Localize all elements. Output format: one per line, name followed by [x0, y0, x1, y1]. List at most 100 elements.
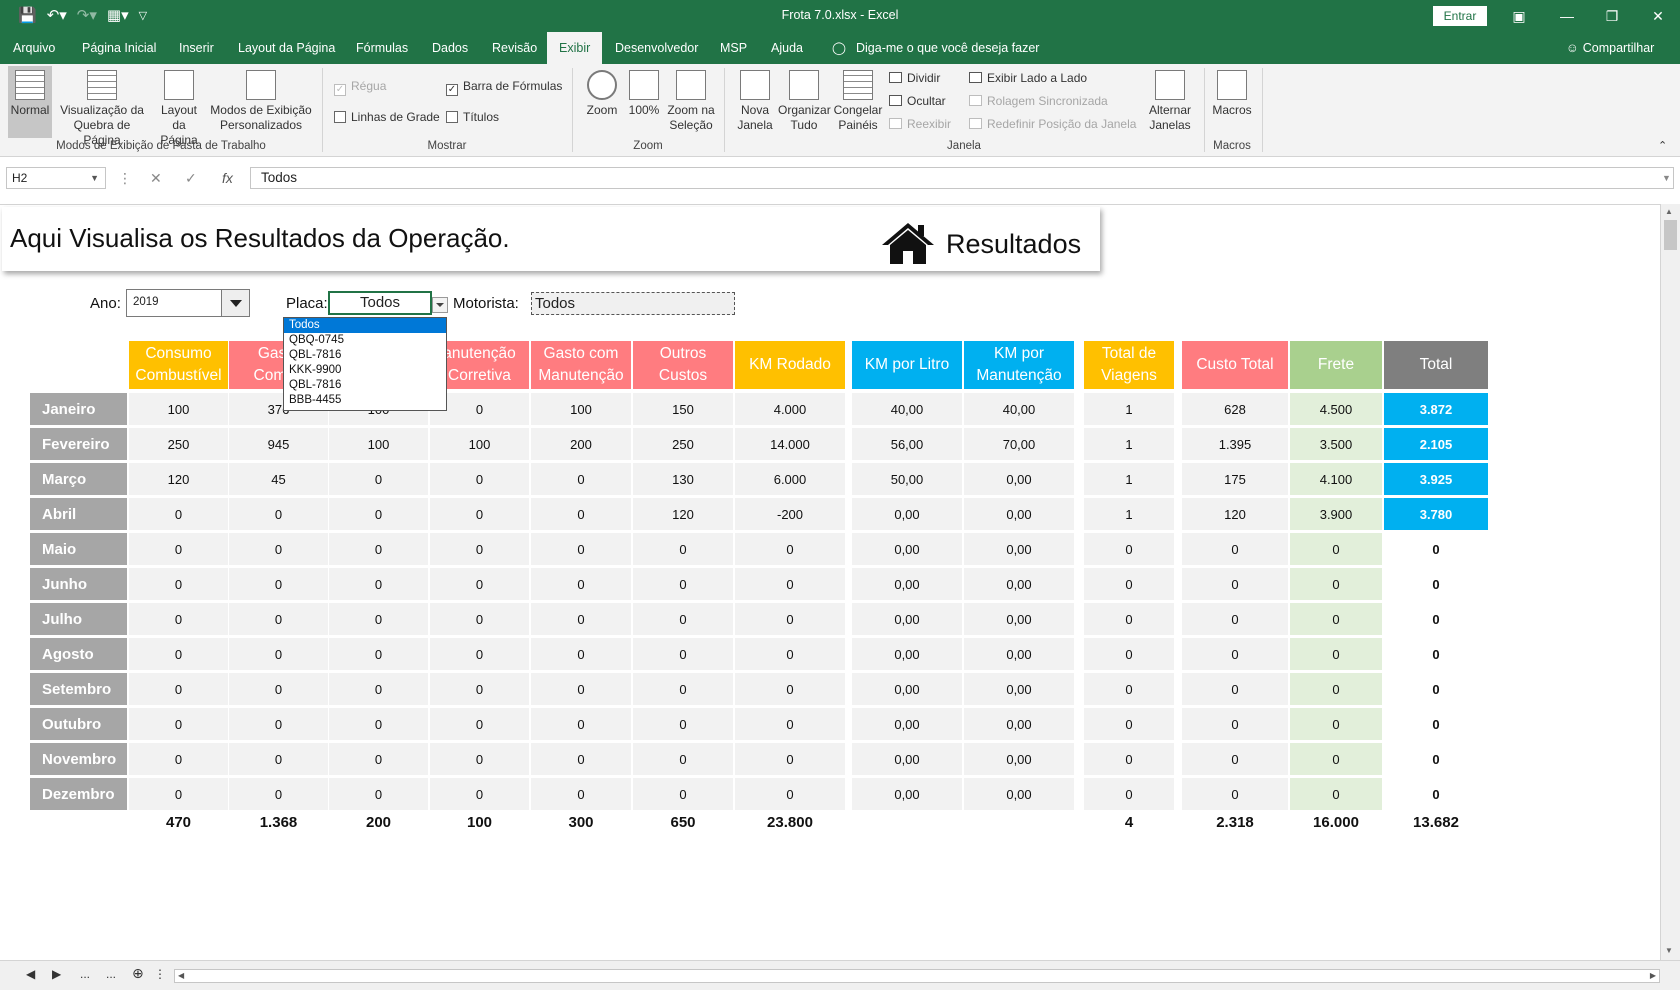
- table-cell[interactable]: 0: [329, 778, 428, 811]
- table-cell[interactable]: 50,00: [852, 463, 962, 496]
- month-label[interactable]: Julho: [30, 603, 127, 636]
- tab-arquivo[interactable]: Arquivo: [13, 32, 55, 64]
- column-total[interactable]: 650: [633, 811, 733, 835]
- table-cell[interactable]: 0: [229, 603, 328, 636]
- table-cell[interactable]: 0,00: [964, 533, 1074, 566]
- scroll-left-icon[interactable]: ◀: [178, 970, 184, 982]
- table-cell[interactable]: 0: [129, 568, 228, 601]
- table-cell[interactable]: 0: [735, 743, 845, 776]
- more-sheets-left[interactable]: ...: [80, 967, 90, 981]
- column-header[interactable]: Outros Custos: [633, 341, 733, 389]
- new-window-button[interactable]: Nova Janela: [732, 66, 778, 138]
- table-cell[interactable]: 100: [430, 428, 529, 461]
- table-cell[interactable]: 0,00: [852, 778, 962, 811]
- table-cell[interactable]: 0: [1084, 673, 1174, 706]
- table-cell[interactable]: 0: [430, 778, 529, 811]
- column-header[interactable]: Frete: [1290, 341, 1382, 389]
- month-label[interactable]: Junho: [30, 568, 127, 601]
- table-cell[interactable]: 4.500: [1290, 393, 1382, 426]
- ano-dropdown[interactable]: 2019: [126, 289, 250, 317]
- table-cell[interactable]: 0: [329, 743, 428, 776]
- column-total[interactable]: 2.318: [1182, 811, 1288, 835]
- table-cell[interactable]: 6.000: [735, 463, 845, 496]
- placa-option[interactable]: QBL-7816: [284, 378, 446, 393]
- arrange-all-button[interactable]: Organizar Tudo: [778, 66, 831, 138]
- table-cell[interactable]: 1: [1084, 428, 1174, 461]
- table-cell[interactable]: 0: [1290, 568, 1382, 601]
- switch-windows-button[interactable]: Alternar Janelas: [1146, 66, 1194, 138]
- placa-option[interactable]: QBL-7816: [284, 348, 446, 363]
- headings-checkbox[interactable]: Títulos: [446, 109, 499, 125]
- table-cell[interactable]: 0,00: [964, 778, 1074, 811]
- table-cell[interactable]: 0,00: [852, 498, 962, 531]
- add-sheet-icon[interactable]: ⊕: [132, 965, 144, 982]
- table-cell[interactable]: 0: [329, 708, 428, 741]
- horizontal-scrollbar[interactable]: ◀ ▶: [174, 969, 1660, 983]
- column-header[interactable]: KM por Manutenção: [964, 341, 1074, 389]
- table-cell[interactable]: 0: [1290, 778, 1382, 811]
- table-cell[interactable]: 3.872: [1384, 393, 1488, 426]
- table-cell[interactable]: 0: [735, 603, 845, 636]
- table-cell[interactable]: 0: [1084, 778, 1174, 811]
- table-cell[interactable]: 70,00: [964, 428, 1074, 461]
- close-icon[interactable]: ✕: [1643, 6, 1673, 26]
- table-cell[interactable]: 0,00: [964, 673, 1074, 706]
- month-label[interactable]: Maio: [30, 533, 127, 566]
- table-cell[interactable]: 0: [1290, 673, 1382, 706]
- table-cell[interactable]: 628: [1182, 393, 1288, 426]
- table-cell[interactable]: 0: [329, 533, 428, 566]
- table-cell[interactable]: 0: [1182, 708, 1288, 741]
- hide-button[interactable]: Ocultar: [889, 93, 946, 109]
- unhide-button[interactable]: Reexibir: [889, 116, 951, 132]
- table-cell[interactable]: 0: [329, 673, 428, 706]
- table-cell[interactable]: 0: [1290, 638, 1382, 671]
- table-cell[interactable]: 4.100: [1290, 463, 1382, 496]
- side-by-side-button[interactable]: Exibir Lado a Lado: [969, 70, 1087, 86]
- collapse-ribbon-icon[interactable]: ⌃: [1658, 138, 1667, 154]
- home-icon[interactable]: [880, 221, 936, 265]
- table-cell[interactable]: 0: [430, 498, 529, 531]
- table-cell[interactable]: 1: [1084, 393, 1174, 426]
- macros-button[interactable]: Macros: [1210, 66, 1254, 138]
- table-cell[interactable]: 0: [430, 708, 529, 741]
- table-cell[interactable]: 0: [329, 603, 428, 636]
- month-label[interactable]: Janeiro: [30, 393, 127, 426]
- table-cell[interactable]: 14.000: [735, 428, 845, 461]
- name-box[interactable]: H2 ▼: [6, 167, 106, 189]
- tab-desenvolvedor[interactable]: Desenvolvedor: [615, 32, 698, 64]
- split-button[interactable]: Dividir: [889, 70, 940, 86]
- table-cell[interactable]: 0: [1084, 743, 1174, 776]
- table-cell[interactable]: 0: [1384, 568, 1488, 601]
- scroll-up-icon[interactable]: ▲: [1665, 207, 1673, 216]
- table-cell[interactable]: 0: [430, 463, 529, 496]
- table-cell[interactable]: 0: [1182, 673, 1288, 706]
- table-cell[interactable]: 250: [129, 428, 228, 461]
- table-cell[interactable]: 0: [1182, 638, 1288, 671]
- table-cell[interactable]: 0: [1384, 533, 1488, 566]
- month-label[interactable]: Março: [30, 463, 127, 496]
- table-cell[interactable]: 0: [735, 708, 845, 741]
- table-cell[interactable]: 0: [129, 743, 228, 776]
- table-cell[interactable]: 0: [1384, 778, 1488, 811]
- table-cell[interactable]: 0: [1084, 603, 1174, 636]
- table-cell[interactable]: 0,00: [964, 498, 1074, 531]
- table-cell[interactable]: 0,00: [852, 673, 962, 706]
- table-cell[interactable]: 0: [430, 568, 529, 601]
- gridlines-checkbox[interactable]: Linhas de Grade: [334, 109, 440, 125]
- column-total[interactable]: 16.000: [1290, 811, 1382, 835]
- table-cell[interactable]: 0: [531, 498, 631, 531]
- chevron-down-icon[interactable]: [221, 290, 249, 316]
- tab-pagina-inicial[interactable]: Página Inicial: [82, 32, 156, 64]
- table-cell[interactable]: 0: [633, 533, 733, 566]
- table-cell[interactable]: 0: [531, 463, 631, 496]
- table-cell[interactable]: 0: [229, 533, 328, 566]
- minimize-icon[interactable]: —: [1552, 6, 1582, 26]
- table-cell[interactable]: 0: [229, 568, 328, 601]
- table-cell[interactable]: 56,00: [852, 428, 962, 461]
- table-cell[interactable]: 0: [1384, 673, 1488, 706]
- table-cell[interactable]: 0,00: [964, 568, 1074, 601]
- column-header[interactable]: Custo Total: [1182, 341, 1288, 389]
- formula-input[interactable]: Todos: [250, 167, 1674, 189]
- table-cell[interactable]: 0: [1384, 708, 1488, 741]
- table-cell[interactable]: 0: [430, 743, 529, 776]
